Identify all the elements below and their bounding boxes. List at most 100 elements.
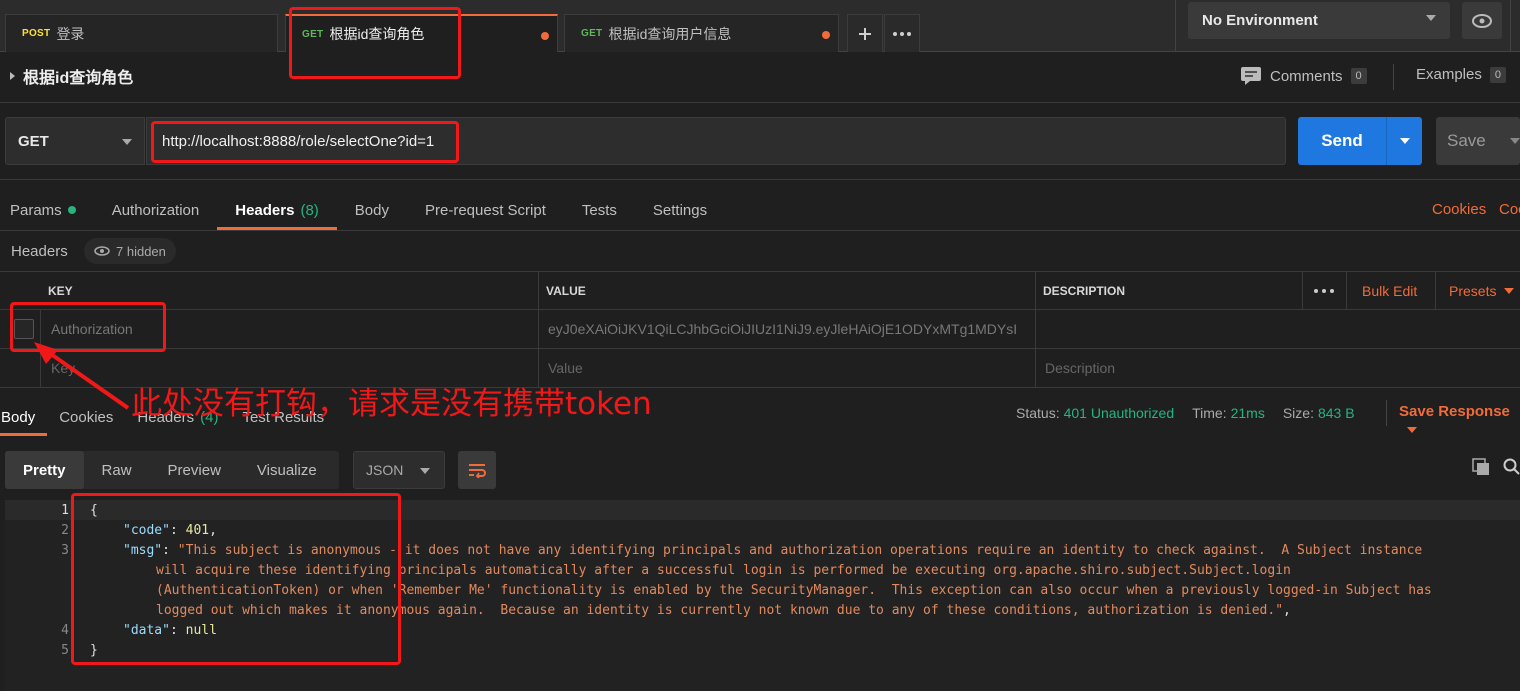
examples-button[interactable]: Examples 0 [1416,66,1506,83]
method-tag: POST [22,28,51,39]
tab-options-button[interactable] [884,14,920,52]
presets-dropdown[interactable]: Presets [1441,272,1515,309]
tab-label: Authorization [111,201,200,219]
examples-label: Examples [1416,66,1482,83]
eye-icon [94,246,110,256]
divider [0,102,1520,103]
request-title[interactable]: 根据id查询角色 [10,64,133,88]
new-tab-button[interactable] [847,14,883,52]
tab-label: Headers [235,201,295,219]
environment-select[interactable]: No Environment [1188,2,1450,39]
hidden-headers-toggle[interactable]: 7 hidden [84,238,176,264]
environment-quick-look-button[interactable] [1462,2,1502,39]
chevron-down-icon [420,468,430,474]
line-number: 5 [61,643,69,658]
chevron-down-icon [1510,138,1520,144]
method-select[interactable]: GET [5,117,145,165]
examples-count: 0 [1489,66,1506,83]
tab-label: Params [10,201,62,219]
headers-section-label: Headers [11,243,68,260]
comment-icon [1241,67,1261,85]
copy-icon [1472,458,1489,475]
send-options-button[interactable] [1386,117,1422,165]
tab-label: Settings [652,201,708,219]
save-response-button[interactable]: Save Response [1399,403,1520,437]
tab-settings[interactable]: Settings [635,190,725,230]
line-number: 3 [61,543,69,558]
tab-prerequest-script[interactable]: Pre-request Script [407,190,564,230]
table-options-button[interactable] [1306,272,1334,309]
view-pretty-button[interactable]: Pretty [5,451,84,489]
wrap-icon [469,464,486,478]
annotation-box-response [71,493,401,665]
params-indicator [67,206,76,214]
divider [1035,349,1036,387]
save-label: Save [1447,131,1486,150]
view-preview-button[interactable]: Preview [150,451,239,489]
divider [538,310,539,348]
size-value[interactable]: 843 B [1318,405,1355,421]
chevron-down-icon [122,139,132,145]
comments-button[interactable]: Comments 0 [1240,66,1367,86]
view-mode-selector: Pretty Raw Preview Visualize [5,451,339,489]
divider [1175,0,1176,52]
new-description-input[interactable]: Description [1037,349,1115,387]
view-raw-button[interactable]: Raw [84,451,150,489]
save-response-label: Save Response [1399,403,1510,420]
tab-authorization[interactable]: Authorization [94,190,218,230]
tab-label: 根据id查询用户信息 [608,25,732,42]
line-number: 4 [61,623,69,638]
format-value: JSON [366,462,404,478]
view-visualize-button[interactable]: Visualize [239,451,335,489]
method-tag: GET [581,28,603,39]
search-icon [1503,458,1520,475]
annotation-arrow-icon [34,342,130,410]
status-label: Status: [1016,405,1060,421]
tab-get-user[interactable]: GET 根据id查询用户信息 [564,14,839,52]
code-link[interactable]: Coc [1499,201,1520,218]
cookies-link[interactable]: Cookies [1432,201,1486,218]
tab-headers[interactable]: Headers (8) [217,190,337,230]
tab-tests[interactable]: Tests [564,190,635,230]
status-value[interactable]: 401 Unauthorized [1064,405,1175,421]
tab-params[interactable]: Params [0,190,94,230]
comments-label: Comments [1270,67,1343,85]
divider [1346,272,1347,309]
chevron-down-icon [1504,287,1515,294]
send-button[interactable]: Send [1298,117,1386,165]
divider [1386,400,1387,426]
eye-icon [1472,13,1492,28]
column-value: VALUE [546,283,586,298]
tab-label: 登录 [56,25,85,42]
time-value[interactable]: 21ms [1231,405,1265,421]
line-number: 1 [61,503,69,518]
divider [0,179,1520,180]
save-button[interactable]: Save [1436,117,1520,165]
chevron-down-icon [1426,15,1436,21]
divider [1393,64,1394,90]
environment-label: No Environment [1202,12,1318,29]
annotation-box-tab [289,7,461,79]
bulk-edit-link[interactable]: Bulk Edit [1354,272,1417,309]
hidden-count: 7 hidden [116,243,166,259]
tab-label: Pre-request Script [425,201,546,219]
search-button[interactable] [1503,458,1520,479]
format-select[interactable]: JSON [353,451,445,489]
divider [0,230,1520,231]
request-name: 根据id查询角色 [23,70,134,87]
header-description[interactable] [1037,310,1045,348]
headers-count: (8) [300,201,319,219]
presets-label: Presets [1449,282,1497,299]
unsaved-dot [541,32,549,40]
chevron-down-icon [1407,427,1417,433]
annotation-note: 此处没有打钩，请求是没有携带token [131,386,652,422]
wrap-lines-button[interactable] [458,451,496,489]
tab-login[interactable]: POST 登录 [5,14,278,52]
send-label: Send [1321,131,1363,150]
unsaved-dot [822,31,830,39]
tab-body[interactable]: Body [337,190,407,230]
size-label: Size: [1282,405,1314,421]
table-header-row: KEY VALUE DESCRIPTION Bulk Edit Presets [0,272,1520,310]
header-value[interactable]: eyJ0eXAiOiJKV1QiLCJhbGciOiJIUzI1NiJ9.eyJ… [540,310,1034,348]
copy-button[interactable] [1472,458,1490,479]
